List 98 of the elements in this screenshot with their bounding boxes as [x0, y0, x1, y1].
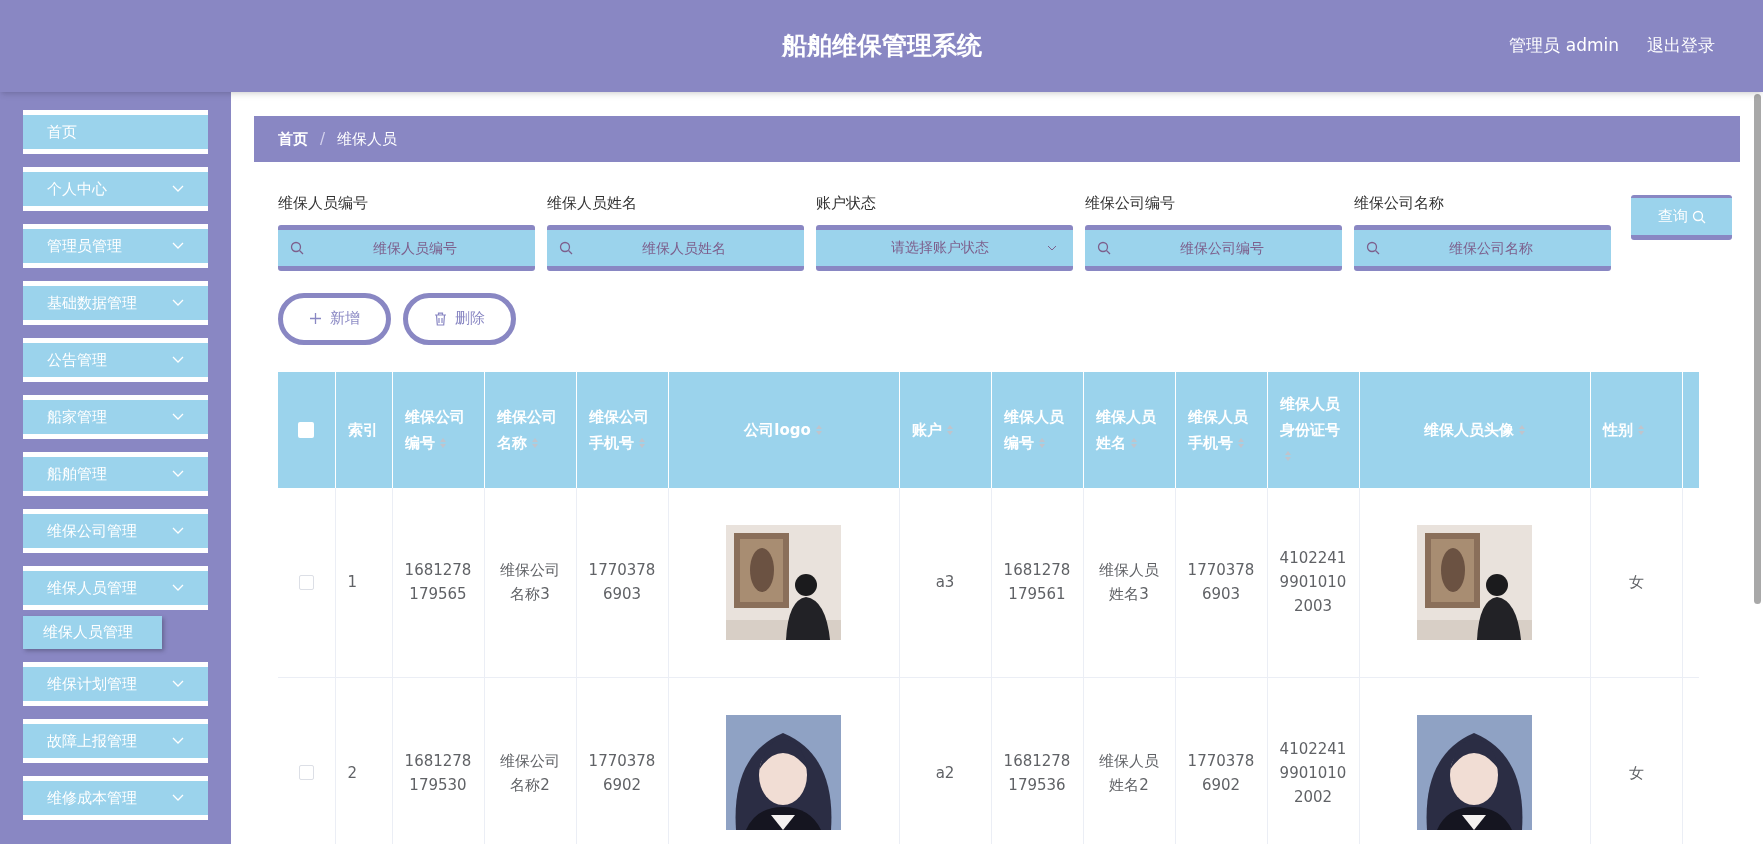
sort-icon[interactable]: [1236, 437, 1245, 449]
table-cell: 17703786902: [1175, 677, 1267, 844]
chevron-down-icon: [172, 680, 184, 688]
table-header-cell[interactable]: 维保人员身份证号: [1267, 371, 1359, 488]
sidebar-item[interactable]: 个人中心: [23, 167, 208, 211]
select-all-checkbox[interactable]: [298, 421, 315, 438]
row-checkbox[interactable]: [298, 575, 314, 590]
chevron-down-icon: [172, 242, 184, 250]
table-cell: 1681278179561: [991, 487, 1083, 678]
filter-label: 维保人员姓名: [547, 193, 638, 214]
table-cell: 1681278179536: [991, 677, 1083, 844]
table-header-cell[interactable]: 维保人员手机号: [1175, 371, 1267, 488]
user-label: 管理员 admin: [1509, 34, 1619, 58]
chevron-down-icon: [172, 185, 184, 193]
search-icon: [1366, 240, 1380, 255]
table-header-cell[interactable]: 维保人员编号: [991, 371, 1083, 488]
sort-icon[interactable]: [1636, 424, 1645, 436]
table-header-cell[interactable]: 账户: [899, 371, 991, 488]
scrollbar[interactable]: [1754, 94, 1761, 604]
sort-icon[interactable]: [945, 424, 954, 436]
delete-button[interactable]: 删除: [403, 292, 516, 345]
table-header-cell[interactable]: 维保公司名称: [484, 371, 576, 488]
table-cell: 维保人员姓名3: [1083, 487, 1175, 678]
table-cell: 女: [1590, 487, 1682, 678]
breadcrumb-item[interactable]: 首页: [278, 127, 308, 151]
filter-label: 维保公司名称: [1354, 193, 1445, 214]
trash-icon: [434, 311, 447, 326]
filter-label: 维保公司编号: [1085, 193, 1176, 214]
logout-link[interactable]: 退出登录: [1647, 33, 1715, 59]
table-cell: 维保公司名称3: [484, 487, 576, 678]
sidebar-item[interactable]: 首页: [23, 110, 208, 154]
app-title: 船舶维保管理系统: [781, 30, 982, 63]
chevron-down-icon: [1047, 244, 1057, 251]
table-cell: 维保公司名称2: [484, 677, 576, 844]
sidebar-item[interactable]: 公告管理: [23, 338, 208, 382]
breadcrumb-item[interactable]: 维保人员: [337, 127, 398, 151]
table-cell: 410224199010102002: [1267, 677, 1359, 844]
sidebar-item[interactable]: 维保公司管理: [23, 509, 208, 553]
chevron-down-icon: [172, 470, 184, 478]
sidebar-subitem[interactable]: 维保人员管理: [23, 616, 162, 649]
table-cell: 2: [335, 677, 392, 844]
table-header-cell[interactable]: 性别: [1590, 371, 1682, 488]
sidebar-item[interactable]: 故障上报管理: [23, 719, 208, 763]
table-header-cell[interactable]: 维保人员头像: [1359, 371, 1590, 488]
search-field[interactable]: 维保人员编号: [278, 224, 535, 271]
search-field[interactable]: 维保人员姓名: [547, 224, 804, 271]
add-button[interactable]: 新增: [278, 292, 391, 345]
sidebar-item[interactable]: 船家管理: [23, 395, 208, 439]
search-button[interactable]: 查询: [1631, 195, 1732, 240]
table-header-cell[interactable]: 维保公司编号: [392, 371, 484, 488]
row-checkbox[interactable]: [298, 765, 314, 781]
table-cell: a3: [899, 487, 991, 678]
sort-icon[interactable]: [637, 437, 646, 449]
sidebar-item[interactable]: 维修成本管理: [23, 776, 208, 820]
table-cell: 410224199010102003: [1267, 487, 1359, 678]
table-header-cell[interactable]: 维保人员姓名: [1083, 371, 1175, 488]
chevron-down-icon: [172, 299, 184, 307]
search-icon: [559, 240, 573, 255]
chevron-down-icon: [172, 794, 184, 802]
search-icon: [1691, 209, 1706, 224]
select-field[interactable]: 请选择账户状态: [816, 224, 1073, 271]
search-field[interactable]: 维保公司编号: [1085, 224, 1342, 271]
table-cell: 17703786903: [1175, 487, 1267, 678]
sidebar-item[interactable]: 维保计划管理: [23, 662, 208, 706]
table-cell: 1: [335, 487, 392, 678]
search-field[interactable]: 维保公司名称: [1354, 224, 1611, 271]
table-cell: 1681278179565: [392, 487, 484, 678]
sort-icon[interactable]: [438, 437, 447, 449]
table-cell: 1681278179530: [392, 677, 484, 844]
chevron-down-icon: [172, 584, 184, 592]
table-cell: 女: [1590, 677, 1682, 844]
table-cell: a2: [899, 677, 991, 844]
breadcrumb-separator: /: [320, 128, 326, 150]
sidebar-item[interactable]: 管理员管理: [23, 224, 208, 268]
table-header-cell[interactable]: 公司logo: [668, 371, 899, 488]
sort-icon[interactable]: [1129, 437, 1138, 449]
table-header-cell[interactable]: 维保公司手机号: [576, 371, 668, 488]
chevron-down-icon: [172, 527, 184, 535]
sort-icon[interactable]: [1283, 450, 1292, 462]
table-cell: 17703786902: [576, 677, 668, 844]
table-header-cell[interactable]: 索引: [335, 371, 392, 488]
sidebar-item[interactable]: 维保人员管理: [23, 566, 208, 610]
sidebar-item[interactable]: 基础数据管理: [23, 281, 208, 325]
chevron-down-icon: [172, 413, 184, 421]
chevron-down-icon: [172, 356, 184, 364]
chevron-down-icon: [172, 737, 184, 745]
filter-label: 账户状态: [816, 193, 877, 214]
sort-icon[interactable]: [530, 437, 539, 449]
filter-label: 维保人员编号: [278, 193, 369, 214]
sidebar-item[interactable]: 船舶管理: [23, 452, 208, 496]
search-icon: [1097, 240, 1111, 255]
sort-icon[interactable]: [814, 424, 823, 436]
table-cell: 17703786903: [576, 487, 668, 678]
sort-icon[interactable]: [1037, 437, 1046, 449]
plus-icon: [309, 312, 322, 325]
table-cell: 维保人员姓名2: [1083, 677, 1175, 844]
search-icon: [290, 240, 304, 255]
sort-icon[interactable]: [1517, 424, 1526, 436]
